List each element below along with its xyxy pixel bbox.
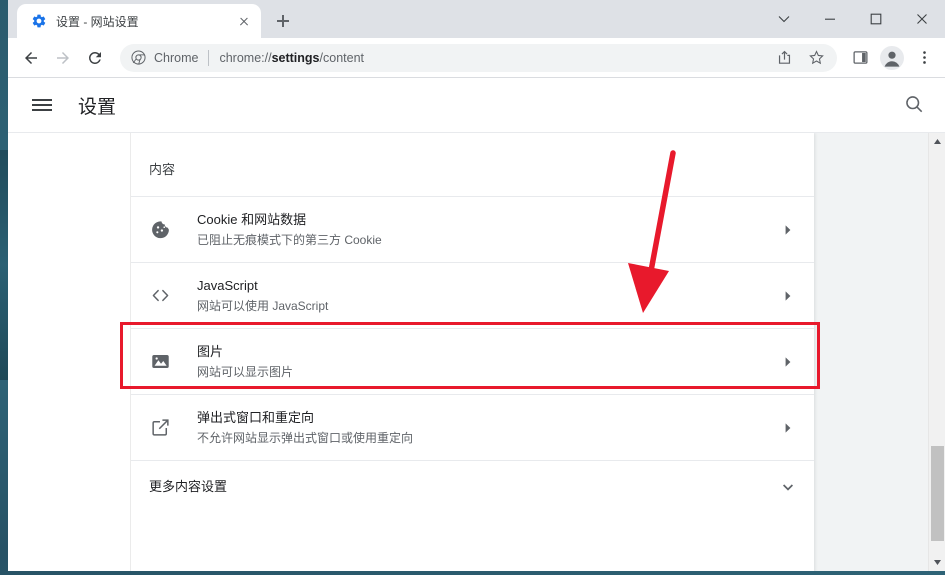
profile-avatar-icon[interactable]	[877, 43, 907, 73]
row-subtitle: 网站可以使用 JavaScript	[197, 298, 329, 313]
chevron-right-icon[interactable]	[778, 286, 798, 306]
settings-content-scroll[interactable]: 内容 Cookie 和网站数据 已阻止无痕模式下的第三方 Cookie Java…	[131, 133, 945, 571]
settings-header: 设置	[8, 78, 945, 132]
row-subtitle: 已阻止无痕模式下的第三方 Cookie	[197, 232, 382, 247]
row-title: 更多内容设置	[149, 478, 228, 494]
side-panel-icon[interactable]	[845, 43, 875, 73]
omnibox-divider	[208, 49, 210, 66]
settings-page: 设置 内容 Cookie 和网站数据 已阻止无痕模式下的第三方 Cookie J…	[8, 78, 945, 571]
more-menu-icon[interactable]	[909, 43, 939, 73]
reload-icon[interactable]	[80, 43, 110, 73]
chrome-browser-window: 设置 - 网站设置 Chrome chrome://settings/conte…	[8, 0, 945, 571]
row-title: JavaScript	[197, 277, 258, 293]
new-tab-button[interactable]	[269, 7, 297, 35]
row-title: 弹出式窗口和重定向	[197, 409, 315, 425]
window-controls	[761, 0, 945, 38]
tab-strip: 设置 - 网站设置	[8, 0, 945, 38]
minimize-icon[interactable]	[807, 0, 853, 38]
cookie-icon	[149, 219, 171, 241]
omnibox-scheme-chip-label: Chrome	[154, 50, 199, 65]
browser-tab-active[interactable]: 设置 - 网站设置	[17, 4, 261, 38]
scroll-thumb[interactable]	[931, 446, 944, 541]
search-icon[interactable]	[903, 93, 927, 117]
row-text: JavaScript 网站可以使用 JavaScript	[197, 277, 778, 315]
settings-row-javascript[interactable]: JavaScript 网站可以使用 JavaScript	[131, 262, 814, 328]
bookmark-star-icon[interactable]	[801, 43, 831, 73]
row-subtitle: 网站可以显示图片	[197, 364, 294, 379]
settings-row-popups[interactable]: 弹出式窗口和重定向 不允许网站显示弹出式窗口或使用重定向	[131, 394, 814, 460]
chevron-right-icon[interactable]	[778, 352, 798, 372]
row-title: Cookie 和网站数据	[197, 211, 307, 227]
row-text: 弹出式窗口和重定向 不允许网站显示弹出式窗口或使用重定向	[197, 409, 778, 447]
close-window-icon[interactable]	[899, 0, 945, 38]
row-text: 图片 网站可以显示图片	[197, 343, 778, 381]
chevron-down-icon[interactable]	[778, 477, 798, 497]
scroll-up-arrow-icon[interactable]	[929, 133, 945, 150]
settings-left-rail	[8, 133, 131, 571]
row-title: 图片	[197, 343, 224, 359]
hamburger-menu-icon[interactable]	[30, 93, 54, 117]
image-icon	[149, 351, 171, 373]
content-settings-card: 内容 Cookie 和网站数据 已阻止无痕模式下的第三方 Cookie Java…	[131, 133, 814, 571]
row-text: 更多内容设置	[149, 478, 778, 496]
section-title: 内容	[149, 162, 176, 177]
chrome-logo-icon	[131, 50, 146, 65]
back-arrow-icon[interactable]	[16, 43, 46, 73]
forward-arrow-icon[interactable]	[48, 43, 78, 73]
page-title: 设置	[78, 96, 117, 118]
url-suffix: /content	[319, 50, 364, 65]
settings-row-cookies[interactable]: Cookie 和网站数据 已阻止无痕模式下的第三方 Cookie	[131, 196, 814, 262]
settings-row-more-content[interactable]: 更多内容设置	[131, 460, 814, 512]
scroll-down-arrow-icon[interactable]	[929, 554, 945, 571]
tab-title: 设置 - 网站设置	[56, 14, 139, 29]
code-brackets-icon	[149, 285, 171, 307]
chevron-right-icon[interactable]	[778, 418, 798, 438]
desktop-background: 设置 - 网站设置 Chrome chrome://settings/conte…	[0, 0, 945, 575]
address-bar[interactable]: Chrome chrome://settings/content	[120, 43, 837, 73]
chevron-down-icon[interactable]	[761, 0, 807, 38]
omnibox-url[interactable]: chrome://settings/content	[219, 51, 761, 65]
maximize-icon[interactable]	[853, 0, 899, 38]
browser-toolbar: Chrome chrome://settings/content	[8, 38, 945, 78]
chevron-right-icon[interactable]	[778, 220, 798, 240]
vertical-scrollbar[interactable]	[928, 133, 945, 571]
settings-row-images[interactable]: 图片 网站可以显示图片	[131, 328, 814, 394]
close-icon[interactable]	[235, 12, 253, 30]
row-text: Cookie 和网站数据 已阻止无痕模式下的第三方 Cookie	[197, 211, 778, 249]
url-prefix: chrome://	[219, 50, 272, 65]
settings-body: 内容 Cookie 和网站数据 已阻止无痕模式下的第三方 Cookie Java…	[8, 132, 945, 571]
settings-gear-icon	[31, 13, 47, 29]
url-emphasis: settings	[271, 50, 320, 65]
popup-redirect-icon	[149, 417, 171, 439]
omnibox-actions	[769, 43, 831, 73]
share-icon[interactable]	[769, 43, 799, 73]
row-subtitle: 不允许网站显示弹出式窗口或使用重定向	[197, 430, 414, 445]
